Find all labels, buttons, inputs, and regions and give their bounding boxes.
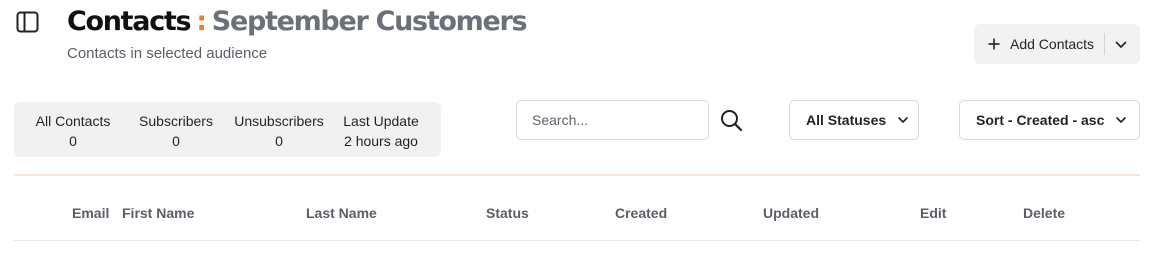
- search-icon: [721, 110, 743, 132]
- add-contacts-button[interactable]: Add Contacts: [974, 24, 1140, 64]
- page-title-text: Contacts: [67, 6, 192, 37]
- column-header-last-name[interactable]: Last Name: [306, 205, 377, 221]
- column-header-email[interactable]: Email: [72, 205, 109, 221]
- stat-value: 0: [172, 133, 180, 149]
- stat-label: Subscribers: [139, 113, 213, 129]
- chevron-down-icon: [898, 117, 908, 123]
- chevron-down-icon: [1116, 117, 1127, 123]
- audience-name: September Customers: [211, 6, 528, 37]
- sidebar-icon: [16, 11, 39, 33]
- stat-last-update: Last Update 2 hours ago: [336, 111, 426, 151]
- search-button[interactable]: [719, 108, 743, 132]
- chevron-down-icon: [1115, 41, 1127, 48]
- column-header-first-name[interactable]: First Name: [122, 205, 194, 221]
- add-contacts-menu-toggle[interactable]: [1114, 38, 1128, 50]
- column-header-updated[interactable]: Updated: [763, 205, 819, 221]
- button-divider: [1104, 33, 1105, 55]
- page-title: Contacts: September Customers: [67, 4, 528, 40]
- sidebar-toggle-button[interactable]: [16, 11, 40, 33]
- add-contacts-label: Add Contacts: [1010, 36, 1095, 52]
- contacts-table-header: Email First Name Last Name Status Create…: [14, 205, 1140, 227]
- page-subtitle: Contacts in selected audience: [67, 45, 268, 62]
- plus-icon: [987, 37, 1001, 51]
- stat-label: All Contacts: [35, 113, 111, 129]
- stat-unsubscribers: Unsubscribers 0: [232, 111, 326, 151]
- sort-label: Sort - Created - asc: [976, 112, 1105, 128]
- stat-value: 0: [275, 133, 283, 149]
- table-header-rule: [14, 240, 1140, 241]
- title-separator: :: [196, 6, 207, 37]
- column-header-created[interactable]: Created: [615, 205, 667, 221]
- search-input[interactable]: [516, 100, 709, 140]
- status-filter-label: All Statuses: [806, 112, 887, 128]
- column-header-status[interactable]: Status: [486, 205, 529, 221]
- section-divider: [14, 174, 1140, 176]
- status-filter-dropdown[interactable]: All Statuses: [789, 100, 919, 140]
- contact-stats-panel: All Contacts 0 Subscribers 0 Unsubscribe…: [14, 102, 441, 157]
- stat-value: 2 hours ago: [344, 133, 418, 149]
- stat-value: 0: [69, 133, 77, 149]
- column-header-delete: Delete: [1023, 205, 1066, 221]
- column-header-edit: Edit: [920, 205, 947, 221]
- sort-dropdown[interactable]: Sort - Created - asc: [959, 100, 1140, 140]
- stat-label: Unsubscribers: [234, 113, 324, 129]
- stat-label: Last Update: [343, 113, 419, 129]
- stat-all-contacts: All Contacts 0: [32, 111, 114, 151]
- stat-subscribers: Subscribers 0: [134, 111, 218, 151]
